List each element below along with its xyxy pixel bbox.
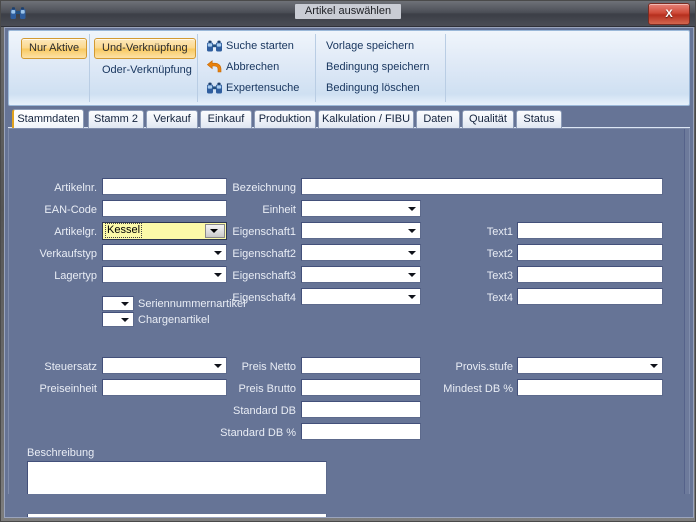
window-title-text: Artikel auswählen — [294, 4, 402, 19]
label-ean-code: EAN-Code — [44, 204, 97, 216]
chevron-down-icon — [121, 317, 129, 322]
label-preiseinheit: Preiseinheit — [39, 383, 97, 395]
binoculars-icon — [206, 39, 223, 54]
combo-eigenschaft4[interactable] — [301, 288, 421, 305]
tab-status[interactable]: Status — [516, 110, 562, 129]
ribbon-toolbar: Nur Aktive Und-Verknüpfung Oder-Verknüpf… — [8, 30, 690, 106]
label-artikelgr: Artikelgr. — [54, 226, 97, 238]
chevron-down-icon — [408, 294, 416, 299]
chevron-down-icon — [408, 272, 416, 277]
chevron-down-icon — [408, 206, 416, 211]
label-standard-db: Standard DB — [233, 405, 296, 417]
label-chargenartikel: Chargenartikel — [138, 314, 210, 326]
input-text3[interactable] — [517, 266, 663, 283]
command-vorlage-speichern[interactable]: Vorlage speichern — [326, 38, 414, 54]
status-strip — [8, 494, 690, 514]
input-preiseinheit[interactable] — [102, 379, 227, 396]
label-verkaufstyp: Verkaufstyp — [39, 248, 97, 260]
combo-artikelgr-value: Kessel — [104, 223, 143, 238]
combo-lagertyp[interactable] — [102, 266, 227, 283]
client-area: Nur Aktive Und-Verknüpfung Oder-Verknüpf… — [4, 27, 694, 518]
tab-stamm-2[interactable]: Stamm 2 — [88, 110, 144, 129]
combo-provis-stufe[interactable] — [517, 357, 663, 374]
tab-stammdaten[interactable]: Stammdaten — [12, 109, 84, 129]
label-eigenschaft3: Eigenschaft3 — [232, 270, 296, 282]
chevron-down-icon — [408, 228, 416, 233]
label-einheit: Einheit — [262, 204, 296, 216]
label-eigenschaft2: Eigenschaft2 — [232, 248, 296, 260]
label-mindest-db-prozent: Mindest DB % — [443, 383, 513, 395]
input-ean-code[interactable] — [102, 200, 227, 217]
toggle-oder-verknuepfung[interactable]: Oder-Verknüpfung — [94, 60, 200, 81]
tab-page-stammdaten: Artikelnr. EAN-Code Artikelgr. Kessel Ve… — [8, 128, 690, 517]
input-preis-brutto[interactable] — [301, 379, 421, 396]
label-text4: Text4 — [486, 292, 513, 304]
ribbon-group-template: Vorlage speichern Bedingung speichern Be… — [316, 34, 446, 102]
input-text4[interactable] — [517, 288, 663, 305]
binoculars-icon — [206, 81, 223, 96]
combo-seriennummernartikel[interactable] — [102, 296, 134, 311]
tab-einkauf[interactable]: Einkauf — [200, 110, 252, 129]
command-expertensuche[interactable]: Expertensuche — [206, 80, 299, 96]
label-steuersatz: Steuersatz — [44, 361, 97, 373]
command-abbrechen[interactable]: Abbrechen — [206, 59, 279, 75]
label-text1: Text1 — [486, 226, 513, 238]
combo-eigenschaft3[interactable] — [301, 266, 421, 283]
combo-eigenschaft1[interactable] — [301, 222, 421, 239]
label-preis-netto: Preis Netto — [241, 361, 296, 373]
ribbon-group-search: Suche starten Abbrechen Expertensuche — [198, 34, 316, 102]
dialog-window: Artikel auswählen X Nur Aktive Und-Verkn… — [0, 0, 696, 522]
tab-verkauf[interactable]: Verkauf — [146, 110, 198, 129]
input-text1[interactable] — [517, 222, 663, 239]
command-suche-starten[interactable]: Suche starten — [206, 38, 294, 54]
label-standard-db-prozent: Standard DB % — [220, 427, 296, 439]
tab-kalkulation-fibu[interactable]: Kalkulation / FIBU — [318, 110, 414, 129]
label-eigenschaft4: Eigenschaft4 — [232, 292, 296, 304]
input-preis-netto[interactable] — [301, 357, 421, 374]
label-eigenschaft1: Eigenschaft1 — [232, 226, 296, 238]
input-mindest-db-prozent[interactable] — [517, 379, 663, 396]
label-lagertyp: Lagertyp — [54, 270, 97, 282]
label-preis-brutto: Preis Brutto — [238, 383, 296, 395]
chevron-down-icon — [650, 363, 658, 368]
input-text2[interactable] — [517, 244, 663, 261]
combo-eigenschaft2[interactable] — [301, 244, 421, 261]
chevron-down-icon — [408, 250, 416, 255]
label-text2: Text2 — [486, 248, 513, 260]
window-title: Artikel auswählen — [1, 4, 695, 19]
input-standard-db-prozent[interactable] — [301, 423, 421, 440]
command-label: Expertensuche — [226, 82, 300, 94]
combo-artikelgr[interactable]: Kessel — [102, 222, 227, 240]
command-bedingung-speichern[interactable]: Bedingung speichern — [326, 59, 429, 75]
ribbon-group-link: Und-Verknüpfung Oder-Verknüpfung — [90, 34, 198, 102]
combo-verkaufstyp[interactable] — [102, 244, 227, 261]
combo-einheit[interactable] — [301, 200, 421, 217]
command-label: Abbrechen — [226, 61, 280, 73]
tab-produktion[interactable]: Produktion — [254, 110, 316, 129]
ribbon-group-filter: Nur Aktive — [15, 34, 90, 102]
command-label: Suche starten — [226, 40, 294, 52]
close-button[interactable]: X — [648, 3, 690, 25]
undo-arrow-icon — [206, 60, 223, 75]
command-bedingung-loeschen[interactable]: Bedingung löschen — [326, 80, 420, 96]
page-right-rail — [684, 129, 689, 513]
chevron-down-icon — [210, 229, 218, 233]
label-beschreibung: Beschreibung — [27, 447, 95, 459]
label-artikelnr: Artikelnr. — [54, 182, 97, 194]
tab-bar: Stammdaten Stamm 2 Verkauf Einkauf Produ… — [8, 109, 690, 129]
tab-daten[interactable]: Daten — [416, 110, 460, 129]
toggle-nur-aktive[interactable]: Nur Aktive — [21, 38, 88, 59]
combo-chargenartikel[interactable] — [102, 312, 134, 327]
input-standard-db[interactable] — [301, 401, 421, 418]
input-artikelnr[interactable] — [102, 178, 227, 195]
tab-qualitaet[interactable]: Qualität — [462, 110, 514, 129]
combo-steuersatz[interactable] — [102, 357, 227, 374]
label-provis-stufe: Provis.stufe — [455, 361, 513, 373]
toggle-und-verknuepfung[interactable]: Und-Verknüpfung — [94, 38, 196, 59]
input-bezeichnung[interactable] — [301, 178, 663, 195]
label-text3: Text3 — [486, 270, 513, 282]
chevron-down-icon — [121, 301, 129, 306]
label-bezeichnung: Bezeichnung — [232, 182, 296, 194]
title-bar: Artikel auswählen X — [1, 1, 695, 27]
